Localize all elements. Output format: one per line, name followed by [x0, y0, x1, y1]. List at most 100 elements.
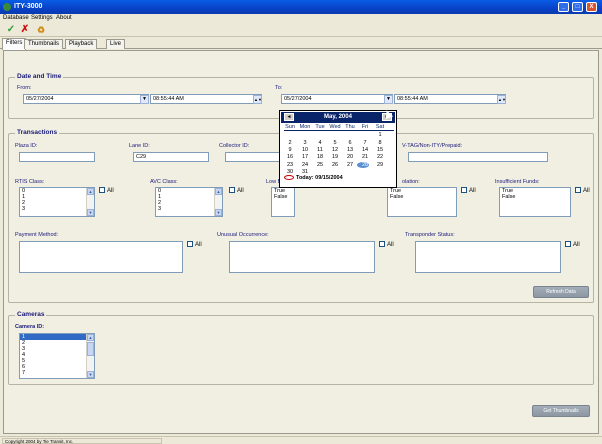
transponder-all-checkbox[interactable]: All [565, 241, 580, 248]
list-item[interactable]: 3 [20, 206, 94, 212]
checkbox-box[interactable] [575, 187, 581, 193]
transponder-status-list[interactable] [415, 241, 561, 273]
list-item[interactable]: False [388, 194, 456, 200]
maximize-button[interactable]: □ [572, 2, 583, 12]
to-time-field[interactable]: 08:55:44 AM [394, 94, 506, 104]
scroll-up-icon[interactable]: ▲ [215, 188, 222, 195]
tab-live[interactable]: Live [106, 39, 126, 49]
scroll-down-icon[interactable]: ▼ [215, 209, 222, 216]
list-item[interactable]: 7 [20, 370, 94, 376]
refresh-data-button[interactable]: Refresh Data [533, 286, 589, 298]
calendar-prev-icon[interactable]: ◄ [284, 113, 294, 121]
menu-about[interactable]: About [56, 15, 72, 21]
plaza-id-input[interactable] [19, 152, 95, 162]
calendar-day[interactable]: 25 [314, 162, 326, 168]
unusual-occurrence-list[interactable] [229, 241, 375, 273]
low-balance-list[interactable]: True False [271, 187, 295, 217]
calendar-day[interactable]: 11 [314, 147, 326, 153]
checkbox-box[interactable] [379, 241, 385, 247]
vtag-input[interactable] [408, 152, 548, 162]
violation-all-checkbox[interactable]: All [461, 187, 476, 194]
rtis-scrollbar[interactable]: ▲ ▼ [86, 188, 94, 216]
insufficient-all-checkbox[interactable]: All [575, 187, 590, 194]
to-time-spinner-icon[interactable]: ▲▼ [497, 95, 506, 104]
tab-playback[interactable]: Playback [65, 39, 98, 49]
scroll-down-icon[interactable]: ▼ [87, 371, 94, 378]
avc-scrollbar[interactable]: ▲ ▼ [214, 188, 222, 216]
calendar-day[interactable]: 14 [359, 147, 371, 153]
calendar-day[interactable]: 1 [374, 132, 386, 138]
calendar-day[interactable]: 12 [329, 147, 341, 153]
checkbox-box[interactable] [565, 241, 571, 247]
payment-method-list[interactable] [19, 241, 183, 273]
payment-all-checkbox[interactable]: All [187, 241, 202, 248]
delete-x-icon[interactable]: ✗ [20, 25, 30, 35]
avc-class-list[interactable]: 0 1 2 3 ▲ ▼ [155, 187, 223, 217]
calendar-day[interactable]: 9 [284, 147, 296, 153]
from-date-picker[interactable]: 05/27/2004 [23, 94, 149, 104]
from-time-field[interactable]: 08:55:44 AM [150, 94, 262, 104]
menu-database[interactable]: Database [3, 15, 29, 21]
scroll-down-icon[interactable]: ▼ [87, 209, 94, 216]
calendar-day[interactable]: 21 [359, 154, 371, 160]
rtis-all-checkbox[interactable]: All [99, 187, 114, 194]
title-bar[interactable]: ITY-3000 _ □ X [0, 0, 602, 14]
calendar-day[interactable]: 20 [344, 154, 356, 160]
menu-settings[interactable]: Settings [31, 15, 53, 21]
calendar-popup[interactable]: May, 2004 ◄ ► Sun Mon Tue Wed Thu Fri Sa… [279, 110, 397, 188]
checkbox-box[interactable] [187, 241, 193, 247]
calendar-day[interactable]: 22 [374, 154, 386, 160]
unusual-all-checkbox[interactable]: All [379, 241, 394, 248]
tab-thumbnails[interactable]: Thumbnails [24, 39, 64, 49]
scroll-up-icon[interactable]: ▲ [87, 334, 94, 341]
calendar-day[interactable]: 3 [299, 140, 311, 146]
calendar-day[interactable]: 4 [314, 140, 326, 146]
calendar-day[interactable]: 19 [329, 154, 341, 160]
avc-all-checkbox[interactable]: All [229, 187, 244, 194]
list-item[interactable]: False [272, 194, 294, 200]
calendar-day-selected[interactable]: 28 [359, 162, 371, 168]
insufficient-funds-list[interactable]: True False [499, 187, 571, 217]
get-thumbnails-button[interactable]: Get Thumbnails [532, 405, 590, 417]
camera-scrollbar[interactable]: ▲ ▼ [86, 334, 94, 378]
tab-filters[interactable]: Filters [2, 38, 27, 50]
calendar-day[interactable]: 18 [314, 154, 326, 160]
calendar-day[interactable]: 24 [299, 162, 311, 168]
calendar-day[interactable]: 23 [284, 162, 296, 168]
calendar-day[interactable]: 2 [284, 140, 296, 146]
calendar-day[interactable]: 17 [299, 154, 311, 160]
calendar-today-link[interactable]: Today: 09/15/2004 [284, 175, 394, 184]
calendar-day[interactable]: 8 [374, 140, 386, 146]
collector-id-input[interactable] [225, 152, 283, 162]
scroll-up-icon[interactable]: ▲ [87, 188, 94, 195]
violation-list[interactable]: True False [387, 187, 457, 217]
checkbox-box[interactable] [461, 187, 467, 193]
calendar-day[interactable]: 13 [344, 147, 356, 153]
camera-id-list[interactable]: 1 2 3 4 5 6 7 ▲ ▼ [19, 333, 95, 379]
calendar-day[interactable]: 6 [344, 140, 356, 146]
tab-strip: Filters Thumbnails Playback Live [0, 38, 602, 50]
lane-id-input[interactable]: C29 [133, 152, 209, 162]
to-date-dropdown-icon[interactable]: ▼ [384, 95, 393, 104]
list-item[interactable]: 3 [156, 206, 222, 212]
calendar-day[interactable]: 15 [374, 147, 386, 153]
calendar-day[interactable]: 16 [284, 154, 296, 160]
rtis-class-list[interactable]: 0 1 2 3 ▲ ▼ [19, 187, 95, 217]
calendar-day[interactable]: 5 [329, 140, 341, 146]
from-date-dropdown-icon[interactable]: ▼ [140, 95, 149, 104]
checkbox-box[interactable] [99, 187, 105, 193]
to-date-picker[interactable]: 05/27/2004 [281, 94, 393, 104]
calendar-day[interactable]: 7 [359, 140, 371, 146]
from-time-spinner-icon[interactable]: ▲▼ [253, 95, 262, 104]
checkmark-icon[interactable]: ✓ [6, 25, 16, 35]
calendar-day[interactable]: 26 [329, 162, 341, 168]
close-button[interactable]: X [586, 2, 597, 12]
scroll-thumb[interactable] [87, 342, 94, 356]
calendar-day[interactable]: 29 [374, 162, 386, 168]
refresh-icon[interactable]: ♻ [36, 25, 46, 35]
calendar-day[interactable]: 27 [344, 162, 356, 168]
calendar-day[interactable]: 10 [299, 147, 311, 153]
minimize-button[interactable]: _ [558, 2, 569, 12]
checkbox-box[interactable] [229, 187, 235, 193]
list-item[interactable]: False [500, 194, 570, 200]
